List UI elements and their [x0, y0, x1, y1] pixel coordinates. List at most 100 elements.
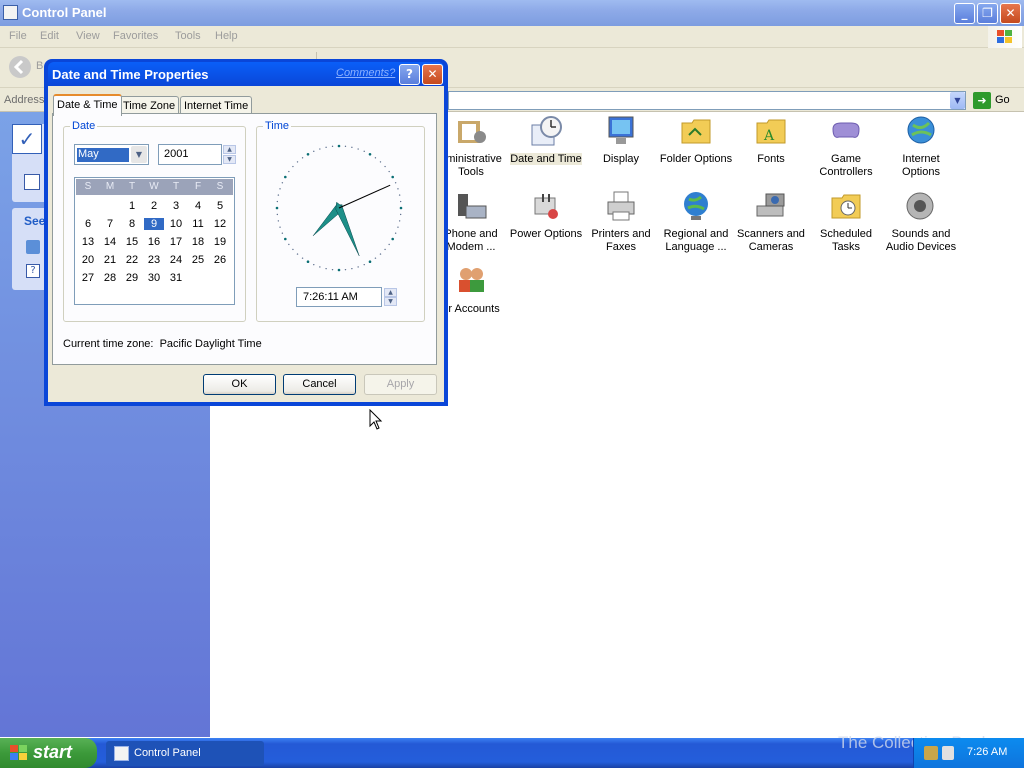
time-field[interactable]: 7:26:11 AM	[296, 287, 382, 307]
calendar-day[interactable]: 16	[144, 236, 164, 248]
back-button[interactable]: B	[8, 55, 43, 79]
window-titlebar[interactable]: Control Panel _ ❐ ✕	[0, 0, 1024, 26]
icon-label: Phone and Modem ...	[444, 228, 498, 253]
menu-edit[interactable]: Edit	[40, 30, 59, 42]
calendar-day[interactable]: 8	[122, 218, 142, 230]
minimize-button[interactable]: _	[954, 3, 975, 24]
address-dropdown-button[interactable]: ▼	[950, 92, 965, 109]
weekday-header: M	[105, 181, 115, 192]
ok-button[interactable]: OK	[203, 374, 276, 395]
go-button[interactable]: ➜ Go	[971, 91, 1021, 111]
cancel-button[interactable]: Cancel	[283, 374, 356, 395]
calendar-day[interactable]: 1	[122, 200, 142, 212]
sounds-audio-icon	[906, 192, 934, 220]
calendar-day[interactable]: 14	[100, 236, 120, 248]
menu-tools[interactable]: Tools	[175, 30, 201, 42]
calendar-day[interactable]: 27	[78, 272, 98, 284]
calendar-day[interactable]: 20	[78, 254, 98, 266]
icon-regional-and-language[interactable]: Regional and Language ...	[658, 190, 734, 254]
icon-printers-and-faxes[interactable]: Printers and Faxes	[583, 190, 659, 254]
calendar-day[interactable]: 21	[100, 254, 120, 266]
restore-button[interactable]: ❐	[977, 3, 998, 24]
clock-tick	[351, 267, 353, 270]
icon-game-controllers[interactable]: Game Controllers	[808, 115, 884, 179]
tab-date-time[interactable]: Date & Time	[53, 94, 122, 116]
calendar-day[interactable]: 4	[188, 200, 208, 212]
icon-date-and-time[interactable]: Date and Time	[508, 115, 584, 166]
calendar-day[interactable]: 7	[100, 218, 120, 230]
clock-tick	[357, 148, 359, 150]
clock-tick	[288, 243, 290, 246]
calendar-day[interactable]: 2	[144, 200, 164, 212]
calendar-day[interactable]: 22	[122, 254, 142, 266]
start-button[interactable]: start	[0, 738, 97, 768]
calendar-day[interactable]: 24	[166, 254, 186, 266]
calendar-day[interactable]: 29	[122, 272, 142, 284]
clock-tick	[363, 263, 365, 266]
calendar-day[interactable]: 30	[144, 272, 164, 284]
icon-scanners-and-cameras[interactable]: Scanners and Cameras	[733, 190, 809, 254]
calendar-day[interactable]: 5	[210, 200, 230, 212]
clock-tick	[374, 257, 377, 259]
address-input[interactable]	[448, 91, 966, 110]
menu-favorites[interactable]: Favorites	[113, 30, 158, 42]
window-title: Control Panel	[22, 5, 107, 20]
comments-link[interactable]: Comments?	[336, 67, 395, 79]
calendar-day[interactable]: 9	[144, 218, 164, 230]
volume-icon[interactable]	[942, 746, 954, 760]
calendar-day[interactable]: 17	[166, 236, 186, 248]
clock-tick	[384, 248, 386, 251]
year-field[interactable]: 2001	[158, 144, 222, 165]
icon-label: Fonts	[757, 153, 785, 165]
calendar-day[interactable]: 15	[122, 236, 142, 248]
windows-update-icon[interactable]	[26, 240, 40, 254]
clock-tick	[279, 188, 281, 190]
time-down-button[interactable]: ▼	[384, 297, 397, 306]
regional-language-icon	[684, 192, 708, 220]
apply-button[interactable]: Apply	[364, 374, 437, 395]
year-down-button[interactable]: ▼	[223, 155, 236, 164]
dialog-titlebar[interactable]: Date and Time Properties Comments? ? ✕	[48, 62, 444, 86]
chevron-down-icon[interactable]: ▼	[131, 146, 147, 163]
minute-hand	[335, 201, 360, 257]
windows-logo-icon	[988, 26, 1022, 48]
taskbar-control-panel[interactable]: Control Panel	[106, 741, 264, 766]
calendar-day[interactable]: 3	[166, 200, 186, 212]
icon-scheduled-tasks[interactable]: Scheduled Tasks	[808, 190, 884, 254]
fonts-icon: A	[756, 119, 786, 144]
help-button[interactable]: ?	[399, 64, 420, 85]
calendar-day[interactable]: 12	[210, 218, 230, 230]
calendar-day[interactable]: 31	[166, 272, 186, 284]
calendar-day[interactable]: 13	[78, 236, 98, 248]
icon-power-options[interactable]: Power Options	[508, 190, 584, 241]
icon-label: Printers and Faxes	[591, 228, 651, 253]
year-up-button[interactable]: ▲	[223, 145, 236, 154]
icon-sounds-and-audio[interactable]: Sounds and Audio Devices	[883, 190, 959, 254]
icon-folder-options[interactable]: Folder Options	[658, 115, 734, 166]
menu-view[interactable]: View	[76, 30, 100, 42]
month-select[interactable]: May ▼	[74, 144, 149, 165]
calendar-day[interactable]: 6	[78, 218, 98, 230]
weekday-header: T	[172, 181, 180, 192]
calendar-day[interactable]: 25	[188, 254, 208, 266]
menu-help[interactable]: Help	[215, 30, 238, 42]
time-group-label: Time	[263, 120, 292, 132]
calendar-day[interactable]: 23	[144, 254, 164, 266]
time-up-button[interactable]: ▲	[384, 288, 397, 297]
calendar-day[interactable]: 28	[100, 272, 120, 284]
close-button[interactable]: ✕	[1000, 3, 1021, 24]
calendar-day[interactable]: 11	[188, 218, 208, 230]
menu-file[interactable]: File	[9, 30, 27, 42]
calendar-day[interactable]: 19	[210, 236, 230, 248]
icon-display[interactable]: Display	[583, 115, 659, 166]
help-support-icon[interactable]: ?	[26, 264, 40, 278]
icon-fonts[interactable]: A Fonts	[733, 115, 809, 166]
network-icon[interactable]	[924, 746, 938, 760]
switch-view-icon[interactable]	[24, 174, 40, 190]
calendar-day[interactable]: 26	[210, 254, 230, 266]
dialog-close-button[interactable]: ✕	[422, 64, 443, 85]
clock-tick	[399, 213, 402, 216]
icon-internet-options[interactable]: Internet Options	[883, 115, 959, 179]
calendar-day[interactable]: 18	[188, 236, 208, 248]
calendar-day[interactable]: 10	[166, 218, 186, 230]
